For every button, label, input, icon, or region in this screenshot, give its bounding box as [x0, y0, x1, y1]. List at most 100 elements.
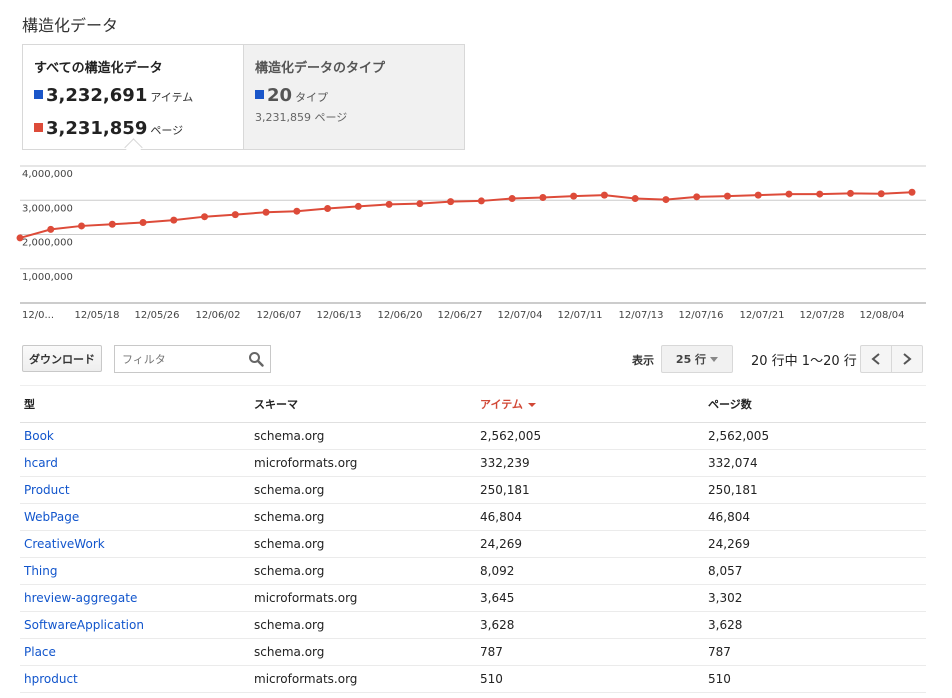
tab-title: すべての構造化データ	[34, 61, 163, 76]
items-metric: 3,232,691 アイテム	[34, 85, 193, 106]
data-point	[354, 202, 362, 210]
types-metric: 20 タイプ	[255, 85, 328, 106]
y-tick-label: 1,000,000	[22, 272, 73, 283]
sort-descending-icon	[527, 403, 536, 407]
rows-per-page-select[interactable]: 25 行	[661, 345, 733, 373]
x-tick-label: 12/07/11	[558, 310, 603, 321]
x-tick-label: 12/07/28	[800, 310, 845, 321]
table-row: Thing schema.org 8,092 8,057	[20, 557, 926, 585]
type-link[interactable]: hreview-aggregate	[20, 584, 250, 612]
items-cell: 787	[476, 638, 704, 666]
data-point	[447, 198, 455, 206]
data-point	[293, 207, 301, 215]
data-point	[631, 195, 639, 203]
download-button[interactable]: ダウンロード	[22, 345, 102, 372]
type-link[interactable]: WebPage	[20, 503, 250, 531]
chevron-left-icon	[871, 353, 880, 365]
active-tab-caret	[124, 138, 143, 157]
data-point	[262, 208, 270, 216]
pages-cell: 24,269	[704, 530, 926, 558]
type-link[interactable]: hcard	[20, 449, 250, 477]
pages-cell: 787	[704, 638, 926, 666]
x-tick-label: 12/07/21	[740, 310, 785, 321]
page-title: 構造化データ	[22, 16, 119, 35]
schema-cell: schema.org	[250, 638, 476, 666]
column-header-type[interactable]: 型	[20, 385, 250, 423]
type-link[interactable]: CreativeWork	[20, 530, 250, 558]
pages-cell: 46,804	[704, 503, 926, 531]
data-point	[693, 193, 701, 201]
table-row: hproduct microformats.org 510 510	[20, 665, 926, 693]
table-row: hreview-aggregate microformats.org 3,645 3,…	[20, 584, 926, 612]
data-point	[877, 190, 885, 198]
data-point	[324, 204, 332, 212]
column-header-pages[interactable]: ページ数	[704, 385, 926, 423]
filter-input[interactable]	[120, 352, 244, 367]
x-tick-label: 12/06/20	[378, 310, 423, 321]
type-link[interactable]: Product	[20, 476, 250, 504]
type-link[interactable]: hproduct	[20, 665, 250, 693]
schema-cell: microformats.org	[250, 449, 476, 477]
data-point	[539, 194, 547, 202]
data-point	[477, 197, 485, 205]
schema-cell: schema.org	[250, 611, 476, 639]
x-tick-label: 12/0...	[22, 310, 54, 321]
data-point	[201, 213, 209, 221]
search-icon[interactable]	[248, 351, 264, 371]
x-tick-label: 12/06/02	[196, 310, 241, 321]
data-point	[570, 192, 578, 200]
column-header-schema[interactable]: スキーマ	[250, 385, 476, 423]
items-cell: 250,181	[476, 476, 704, 504]
data-point	[723, 192, 731, 200]
x-tick-label: 12/07/16	[679, 310, 724, 321]
data-point	[754, 191, 762, 199]
data-point	[600, 191, 608, 199]
pages-metric: 3,231,859 ページ	[34, 118, 183, 139]
column-header-items-label: アイテム	[480, 398, 523, 411]
x-tick-label: 12/06/27	[438, 310, 483, 321]
tab-title: 構造化データのタイプ	[255, 61, 386, 76]
table-row: hcard microformats.org 332,239 332,074	[20, 449, 926, 477]
x-tick-label: 12/06/07	[257, 310, 302, 321]
column-header-items[interactable]: アイテム	[476, 385, 704, 423]
pagination-info: 20 行中 1〜20 行	[751, 354, 857, 369]
items-cell: 2,562,005	[476, 422, 704, 450]
data-point	[816, 190, 824, 198]
type-link[interactable]: Thing	[20, 557, 250, 585]
table-row: WebPage schema.org 46,804 46,804	[20, 503, 926, 531]
data-point	[662, 196, 670, 204]
table-row: CreativeWork schema.org 24,269 24,269	[20, 530, 926, 558]
rows-per-page-value: 25 行	[675, 353, 707, 366]
next-page-button[interactable]	[891, 345, 923, 373]
schema-cell: schema.org	[250, 530, 476, 558]
type-link[interactable]: Place	[20, 638, 250, 666]
items-cell: 8,092	[476, 557, 704, 585]
x-tick-label: 12/07/13	[619, 310, 664, 321]
y-tick-label: 4,000,000	[22, 169, 73, 180]
schema-cell: microformats.org	[250, 584, 476, 612]
x-tick-label: 12/07/04	[498, 310, 543, 321]
data-point	[78, 222, 86, 230]
y-tick-label: 3,000,000	[22, 203, 73, 214]
schema-cell: schema.org	[250, 557, 476, 585]
x-tick-label: 12/06/13	[317, 310, 362, 321]
tab-structured-data-types[interactable]: 構造化データのタイプ 20 タイプ 3,231,859 ページ	[243, 44, 465, 150]
data-point	[139, 219, 147, 227]
data-point	[785, 190, 793, 198]
items-cell: 3,645	[476, 584, 704, 612]
items-cell: 510	[476, 665, 704, 693]
items-cell: 46,804	[476, 503, 704, 531]
data-point	[385, 200, 393, 208]
table-row: Product schema.org 250,181 250,181	[20, 476, 926, 504]
x-tick-label: 12/05/26	[135, 310, 180, 321]
data-point	[16, 234, 24, 242]
pages-cell: 2,562,005	[704, 422, 926, 450]
type-link[interactable]: SoftwareApplication	[20, 611, 250, 639]
previous-page-button[interactable]	[860, 345, 892, 373]
pages-cell: 8,057	[704, 557, 926, 585]
rows-per-page-label: 表示	[632, 354, 654, 367]
type-link[interactable]: Book	[20, 422, 250, 450]
data-point	[108, 220, 116, 228]
chevron-right-icon	[903, 353, 912, 365]
tab-all-structured-data[interactable]: すべての構造化データ 3,232,691 アイテム 3,231,859 ページ	[22, 44, 244, 157]
